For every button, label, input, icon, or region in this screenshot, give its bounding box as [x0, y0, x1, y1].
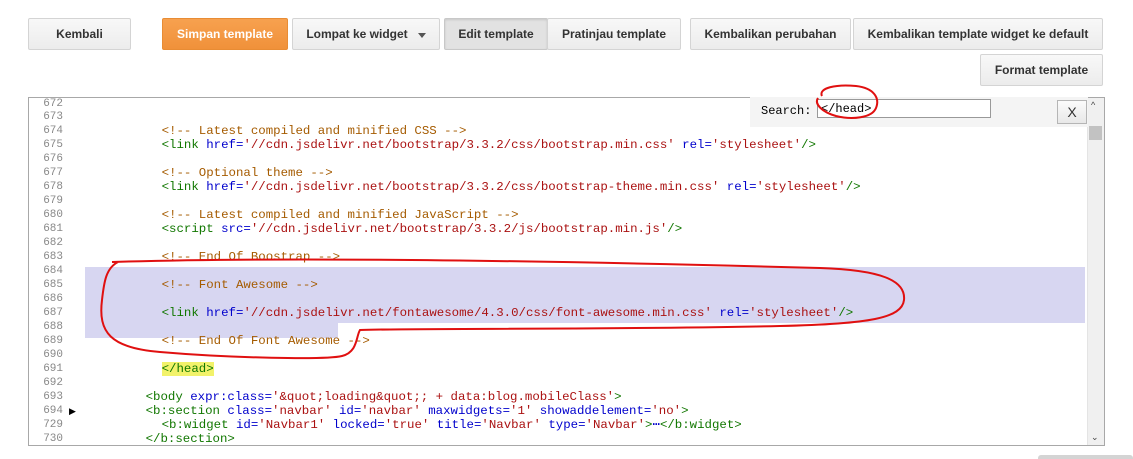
line-number: 691: [43, 363, 63, 375]
code-line: <!-- End Of Font Awesome -->: [117, 320, 370, 348]
code-line: </b:section>: [101, 418, 235, 445]
code-line: <!-- Latest compiled and minified JavaSc…: [117, 194, 519, 222]
line-number: 679: [43, 195, 63, 207]
line-number: 730: [43, 433, 63, 445]
revert-widgets-default-button[interactable]: Kembalikan template widget ke default: [853, 18, 1103, 50]
code-tag: <link: [161, 306, 199, 320]
code-attr: locked=: [325, 418, 385, 432]
code-line: <script src='//cdn.jsdelivr.net/bootstra…: [117, 208, 683, 236]
code-editor[interactable]: 672 673 674 675 676 677 678 679 680 681 …: [28, 97, 1105, 446]
code-attr: title=: [429, 418, 482, 432]
code-string: 'stylesheet': [756, 180, 846, 194]
edit-template-tab[interactable]: Edit template: [444, 18, 548, 50]
code-line: <link href='//cdn.jsdelivr.net/fontaweso…: [117, 292, 854, 320]
format-template-button[interactable]: Format template: [980, 54, 1103, 86]
code-attr: href=: [198, 138, 244, 152]
code-string: 'Navbar': [585, 418, 646, 432]
line-number: 681: [43, 223, 63, 235]
revert-changes-button[interactable]: Kembalikan perubahan: [690, 18, 851, 50]
preview-template-tab[interactable]: Pratinjau template: [547, 18, 681, 50]
code-tag: />: [845, 180, 861, 194]
line-number: 693: [43, 391, 63, 403]
code-attr: href=: [198, 306, 244, 320]
line-number: 686: [43, 293, 63, 305]
line-number: 684: [43, 265, 63, 277]
code-tag: <link: [161, 138, 199, 152]
code-tag: </b:section>: [145, 432, 235, 446]
code-string: 'Navbar': [481, 418, 541, 432]
line-number: 688: [43, 321, 63, 333]
code-tag: <link: [161, 180, 199, 194]
line-number: 692: [43, 377, 63, 389]
code-string: 'stylesheet': [711, 138, 802, 152]
code-string: 'stylesheet': [749, 306, 839, 320]
folded-code-marker[interactable]: ⋯: [652, 418, 659, 432]
corner-widget: [1038, 455, 1133, 459]
chevron-down-icon: [417, 32, 426, 38]
code-comment: <!-- Font Awesome -->: [161, 278, 318, 292]
code-string: '//cdn.jsdelivr.net/bootstrap/3.3.2/js/b…: [250, 222, 668, 236]
code-line: <body expr:class='&quot;loading&quot;; +…: [101, 376, 622, 404]
search-match-highlight: </head>: [161, 362, 214, 376]
scroll-up-icon[interactable]: ^: [1091, 100, 1095, 110]
line-number: 673: [43, 111, 63, 123]
line-number: 680: [43, 209, 63, 221]
line-number: 690: [43, 349, 63, 361]
line-number: 672: [43, 98, 63, 110]
code-attr: src=: [213, 222, 251, 236]
jump-to-widget-label: Lompat ke widget: [306, 27, 408, 41]
code-attr: rel=: [674, 138, 712, 152]
code-string: '//cdn.jsdelivr.net/bootstrap/3.3.2/css/…: [243, 138, 675, 152]
code-line: <b:widget id='Navbar1' locked='true' tit…: [117, 404, 742, 432]
code-line: <b:section class='navbar' id='navbar' ma…: [101, 390, 689, 418]
line-number: 687: [43, 307, 63, 319]
code-string: '//cdn.jsdelivr.net/fontawesome/4.3.0/cs…: [243, 306, 712, 320]
code-line: <!-- Font Awesome -->: [117, 264, 318, 292]
code-string: '//cdn.jsdelivr.net/bootstrap/3.3.2/css/…: [243, 180, 720, 194]
line-number: 674: [43, 125, 63, 137]
code-line: <!-- Optional theme -->: [117, 152, 333, 180]
line-number: 682: [43, 237, 63, 249]
line-number: 729: [43, 419, 63, 431]
back-button[interactable]: Kembali: [28, 18, 131, 50]
code-comment: <!-- End Of Boostrap -->: [161, 250, 341, 264]
line-number: 685: [43, 279, 63, 291]
save-template-button[interactable]: Simpan template: [162, 18, 288, 50]
code-tag: </b:widget>: [659, 418, 742, 432]
code-attr: type=: [540, 418, 586, 432]
line-number: 683: [43, 251, 63, 263]
code-tag: />: [838, 306, 854, 320]
code-attr: rel=: [719, 180, 757, 194]
close-search-button[interactable]: X: [1057, 100, 1087, 124]
code-tag: <script: [161, 222, 214, 236]
line-number: 689: [43, 335, 63, 347]
code-area[interactable]: <!-- Latest compiled and minified CSS --…: [85, 98, 1089, 445]
jump-to-widget-dropdown[interactable]: Lompat ke widget: [292, 18, 440, 50]
code-attr: href=: [198, 180, 244, 194]
code-line: </head>: [117, 348, 214, 376]
code-string: 'true': [384, 418, 430, 432]
line-number: 676: [43, 153, 63, 165]
code-tag: />: [667, 222, 683, 236]
line-number: 694: [43, 405, 63, 417]
code-string: 'Navbar1': [258, 418, 326, 432]
search-input[interactable]: [817, 99, 991, 118]
scroll-down-icon[interactable]: ⌄: [1091, 432, 1099, 442]
code-tag: />: [801, 138, 816, 152]
line-number: 675: [43, 139, 63, 151]
code-comment: <!-- End Of Font Awesome -->: [161, 334, 370, 348]
code-line: <!-- End Of Boostrap -->: [117, 236, 340, 264]
line-number-gutter: 672 673 674 675 676 677 678 679 680 681 …: [29, 98, 77, 445]
line-number: 677: [43, 167, 63, 179]
code-attr: rel=: [711, 306, 750, 320]
fold-arrow-icon[interactable]: ▶: [69, 404, 77, 418]
code-line: <!-- Latest compiled and minified CSS --…: [117, 110, 467, 138]
vertical-scrollbar[interactable]: ^ ⌄: [1087, 98, 1104, 445]
code-line: <link href='//cdn.jsdelivr.net/bootstrap…: [117, 166, 861, 194]
search-bar: Search: X: [750, 97, 1088, 127]
line-number: 678: [43, 181, 63, 193]
scrollbar-thumb[interactable]: [1089, 126, 1102, 140]
search-label: Search:: [761, 104, 812, 118]
code-line: <link href='//cdn.jsdelivr.net/bootstrap…: [117, 124, 816, 152]
